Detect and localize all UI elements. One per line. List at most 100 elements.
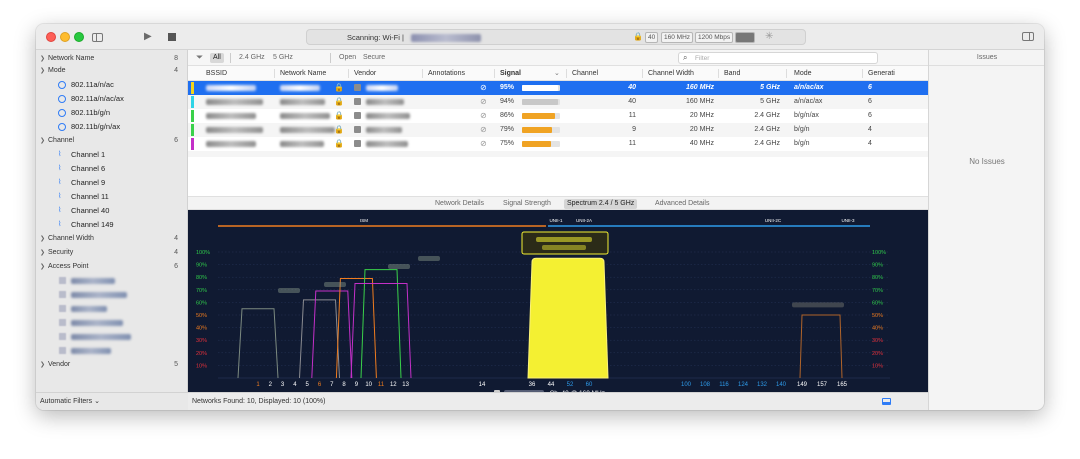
generation-value: 4 (868, 126, 872, 133)
filter-5ghz[interactable]: 5 GHz (270, 53, 296, 63)
col-signal[interactable]: Signal (500, 66, 521, 81)
close-window-button[interactable] (46, 32, 56, 42)
sidebar-item-channel[interactable]: ⌇ Channel 6 (36, 162, 188, 176)
panel-layout-icon[interactable] (882, 398, 891, 405)
tab-network-details[interactable]: Network Details (432, 199, 487, 209)
col-channel-width[interactable]: Channel Width (648, 66, 694, 81)
sidebar-item-access-point[interactable] (36, 316, 188, 330)
y-tick-label-left: 60% (196, 300, 207, 306)
sidebar-group-channel[interactable]: ❯ Channel 6 (36, 134, 188, 148)
col-network-name[interactable]: Network Name (280, 66, 326, 81)
signal-value: 75% (500, 140, 515, 147)
y-tick-label-right: 10% (872, 363, 883, 369)
annotation-icon[interactable]: ⊘ (480, 95, 487, 109)
x-tick-label-5ghz: 44 (548, 382, 555, 388)
sidebar-item-access-point[interactable] (36, 330, 188, 344)
signal-bar-fill (522, 141, 551, 147)
x-tick-label-5ghz: 36 (529, 382, 536, 388)
zoom-window-button[interactable] (74, 32, 84, 42)
spectrum-chart[interactable]: ISM UNII-1 UNII-2A UNII-2C UNII-3 100% 100% 90%… (188, 210, 928, 392)
sidebar-item-access-point[interactable] (36, 274, 188, 288)
sidebar-toggle-icon[interactable] (92, 33, 103, 42)
x-tick-label-2-4ghz: 11 (378, 382, 385, 388)
annotation-icon[interactable]: ⊘ (480, 109, 487, 123)
table-row[interactable] (188, 151, 928, 157)
col-annotations[interactable]: Annotations (428, 66, 465, 81)
main-content: ⏷ All 2.4 GHz 5 GHz Open Secure ⌕ Filter… (188, 50, 928, 392)
sidebar-group-vendor[interactable]: ❯ Vendor 5 (36, 358, 188, 372)
sidebar-item-access-point[interactable] (36, 288, 188, 302)
redacted-vendor (366, 99, 404, 105)
col-generation[interactable]: Generati (868, 66, 895, 81)
footer-label: Automatic Filters (40, 398, 93, 405)
network-curve-2-4ghz[interactable] (335, 277, 377, 379)
divider (230, 53, 231, 63)
sidebar-item-channel[interactable]: ⌇ Channel 9 (36, 176, 188, 190)
table-row[interactable]: 🔒 ⊘ 79% 9 20 MHz 2.4 GHz b/g/n 4 (188, 123, 928, 137)
network-curve-2-4ghz[interactable] (360, 269, 402, 379)
sidebar-item-mode[interactable]: 802.11b/g/n/ax (36, 120, 188, 134)
col-channel[interactable]: Channel (572, 66, 598, 81)
filter-secure[interactable]: Secure (360, 53, 388, 63)
sidebar-item-access-point[interactable] (36, 302, 188, 316)
channel-value: 11 (628, 112, 636, 119)
table-row[interactable]: 🔒 ⊘ 94% 40 160 MHz 5 GHz a/n/ac/ax 6 (188, 95, 928, 109)
filter-icon: ⏷ (196, 52, 204, 62)
x-tick-label-2-4ghz: 8 (342, 382, 346, 388)
minimize-window-button[interactable] (60, 32, 70, 42)
stop-icon[interactable] (168, 33, 176, 41)
item-label: Channel 149 (71, 220, 114, 229)
sidebar-group-security[interactable]: ❯ Security 4 (36, 246, 188, 260)
redacted-bssid (206, 85, 256, 91)
sidebar-item-channel[interactable]: ⌇ Channel 40 (36, 204, 188, 218)
mode-icon (58, 123, 66, 131)
signal-bar (522, 99, 560, 105)
sidebar-item-mode[interactable]: 802.11a/n/ac/ax (36, 92, 188, 106)
right-panel-toggle-icon[interactable] (1022, 32, 1034, 41)
tab-advanced-details[interactable]: Advanced Details (652, 199, 712, 209)
sidebar-item-channel[interactable]: ⌇ Channel 149 (36, 218, 188, 232)
col-separator (718, 69, 719, 78)
sidebar-item-mode[interactable]: 802.11a/n/ac (36, 78, 188, 92)
network-curve-2-4ghz[interactable] (311, 290, 353, 379)
table-row[interactable]: 🔒 ⊘ 75% 11 40 MHz 2.4 GHz b/g/n 4 (188, 137, 928, 151)
sidebar-item-channel[interactable]: ⌇ Channel 1 (36, 148, 188, 162)
table-row[interactable]: 🔒 ⊘ 95% 40 160 MHz 5 GHz a/n/ac/ax 6 (188, 81, 928, 95)
annotation-icon[interactable]: ⊘ (480, 81, 487, 95)
band-value: 5 GHz (760, 84, 780, 91)
sidebar-item-channel[interactable]: ⌇ Channel 11 (36, 190, 188, 204)
y-tick-label-left: 70% (196, 288, 207, 294)
mode-value: b/g/n/ax (794, 112, 819, 119)
annotation-icon[interactable]: ⊘ (480, 123, 487, 137)
divider (330, 53, 331, 63)
filter-open[interactable]: Open (336, 53, 359, 63)
selected-network-tooltip (521, 231, 609, 255)
redacted-name (71, 320, 123, 326)
tab-signal-strength[interactable]: Signal Strength (500, 199, 554, 209)
network-curve-2-4ghz[interactable] (237, 308, 279, 379)
selected-network-curve[interactable] (527, 257, 609, 379)
sidebar-group-channel-width[interactable]: ❯ Channel Width 4 (36, 232, 188, 246)
col-mode[interactable]: Mode (794, 66, 812, 81)
network-curve-5ghz[interactable] (799, 314, 843, 379)
sidebar-item-access-point[interactable] (36, 344, 188, 358)
network-curve-2-4ghz[interactable] (299, 299, 340, 379)
table-row[interactable]: 🔒 ⊘ 86% 11 20 MHz 2.4 GHz b/g/n/ax 6 (188, 109, 928, 123)
filter-search-input[interactable]: ⌕ Filter (678, 52, 878, 64)
tab-spectrum[interactable]: Spectrum 2.4 / 5 GHz (564, 199, 638, 209)
annotation-icon[interactable]: ⊘ (480, 137, 487, 151)
network-curve-2-4ghz[interactable] (350, 283, 412, 379)
issues-panel: Issues No Issues (928, 50, 1044, 410)
col-vendor[interactable]: Vendor (354, 66, 376, 81)
filter-2-4ghz[interactable]: 2.4 GHz (236, 53, 268, 63)
signal-bar (522, 85, 560, 91)
play-icon[interactable]: ▶ (144, 31, 152, 43)
sidebar-item-mode[interactable]: 802.11b/g/n (36, 106, 188, 120)
sidebar-group-mode[interactable]: ❯ Mode 4 (36, 64, 188, 78)
col-bssid[interactable]: BSSID (206, 66, 227, 81)
filter-all[interactable]: All (210, 53, 224, 63)
automatic-filters-button[interactable]: Automatic Filters ⌄ (36, 392, 188, 410)
sidebar-group-access-point[interactable]: ❯ Access Point 6 (36, 260, 188, 274)
col-band[interactable]: Band (724, 66, 740, 81)
redacted-network-label (278, 288, 300, 293)
